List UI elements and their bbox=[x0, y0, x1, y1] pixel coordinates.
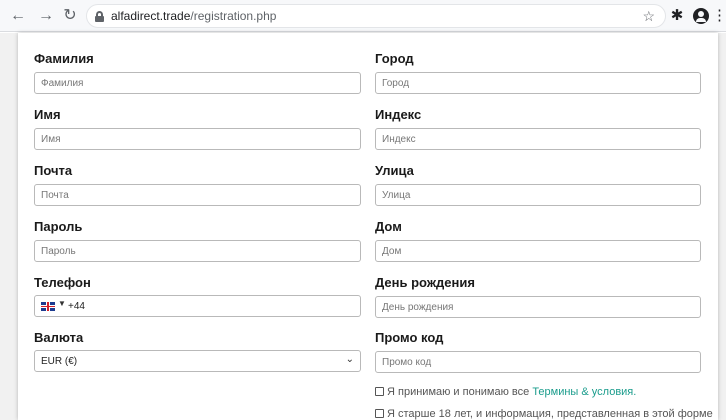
bookmark-star-icon[interactable]: ☆ bbox=[642, 8, 655, 25]
terms-checkbox[interactable] bbox=[375, 387, 384, 396]
age-row: Я старше 18 лет, и информация, представл… bbox=[375, 407, 713, 420]
currency-label: Валюта bbox=[34, 330, 84, 345]
url-text: alfadirect.trade/registration.php bbox=[111, 9, 276, 24]
email-input[interactable] bbox=[34, 184, 361, 206]
city-input[interactable] bbox=[375, 72, 701, 94]
page-background: Фамилия Город Имя Индекс Почта Улица Пар… bbox=[0, 33, 726, 420]
phone-label: Телефон bbox=[34, 275, 91, 290]
first-name-input[interactable] bbox=[34, 128, 361, 150]
terms-text: Я принимаю и понимаю все bbox=[387, 386, 533, 398]
city-label: Город bbox=[375, 51, 414, 66]
currency-value: EUR (€) bbox=[41, 356, 78, 367]
first-name-label: Имя bbox=[34, 107, 61, 122]
street-label: Улица bbox=[375, 163, 414, 178]
lock-icon bbox=[95, 11, 104, 22]
birthday-input[interactable] bbox=[375, 296, 701, 318]
menu-kebab-icon[interactable]: ⋮ bbox=[712, 6, 726, 26]
address-bar[interactable]: alfadirect.trade/registration.php ☆ bbox=[86, 4, 666, 28]
last-name-label: Фамилия bbox=[34, 51, 94, 66]
house-label: Дом bbox=[375, 219, 402, 234]
age-text: Я старше 18 лет, и информация, представл… bbox=[387, 408, 713, 420]
phone-input[interactable] bbox=[95, 297, 355, 315]
promo-label: Промо код bbox=[375, 330, 444, 345]
password-input[interactable] bbox=[34, 240, 361, 262]
back-arrow-icon[interactable]: ← bbox=[8, 6, 28, 26]
chevron-down-icon: ⌄ bbox=[345, 354, 354, 365]
promo-input[interactable] bbox=[375, 351, 701, 373]
forward-arrow-icon[interactable]: → bbox=[36, 6, 56, 26]
last-name-input[interactable] bbox=[34, 72, 361, 94]
url-host: alfadirect.trade bbox=[111, 9, 191, 23]
zip-input[interactable] bbox=[375, 128, 701, 150]
uk-flag-icon[interactable] bbox=[41, 302, 55, 311]
email-label: Почта bbox=[34, 163, 73, 178]
caret-down-icon[interactable]: ▼ bbox=[58, 299, 66, 308]
zip-label: Индекс bbox=[375, 107, 422, 122]
extensions-puzzle-icon[interactable]: ✱ bbox=[668, 6, 686, 26]
currency-select[interactable]: EUR (€) ⌄ bbox=[34, 350, 361, 372]
registration-form: Фамилия Город Имя Индекс Почта Улица Пар… bbox=[18, 33, 718, 420]
age-checkbox[interactable] bbox=[375, 409, 384, 418]
terms-row: Я принимаю и понимаю все Термины & услов… bbox=[375, 385, 636, 399]
url-path: /registration.php bbox=[190, 9, 277, 23]
house-input[interactable] bbox=[375, 240, 701, 262]
dial-code: +44 bbox=[68, 301, 85, 312]
terms-link[interactable]: Термины & условия. bbox=[532, 386, 636, 398]
profile-avatar-icon[interactable] bbox=[693, 8, 709, 24]
reload-icon[interactable]: ↻ bbox=[60, 6, 80, 26]
password-label: Пароль bbox=[34, 219, 83, 234]
phone-field: ▼ +44 bbox=[34, 295, 361, 317]
browser-toolbar: ← → ↻ alfadirect.trade/registration.php … bbox=[0, 0, 726, 32]
birthday-label: День рождения bbox=[375, 275, 475, 290]
street-input[interactable] bbox=[375, 184, 701, 206]
